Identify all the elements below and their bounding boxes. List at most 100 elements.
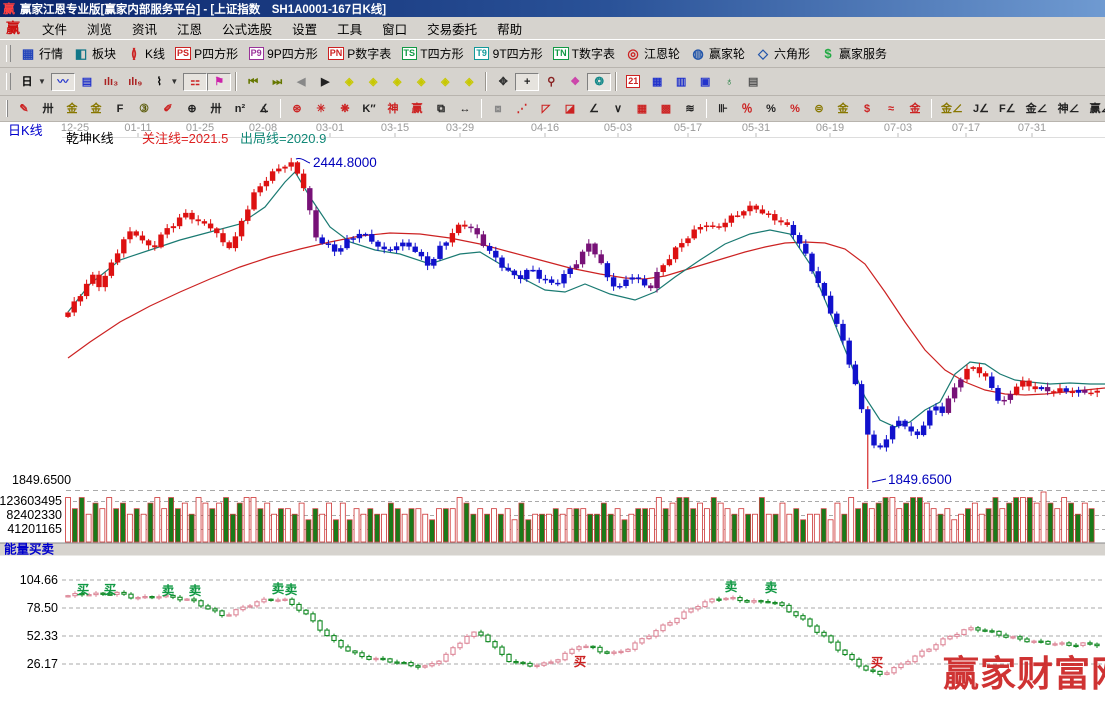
qiankun-pattern-button[interactable]: 〰 <box>51 73 75 91</box>
golden-circle-tool-button[interactable]: ⊜ <box>807 100 831 118</box>
gann-fan-tool-button[interactable]: ⋰ <box>510 100 534 118</box>
ruler-list-tool-button[interactable]: ⊪ <box>711 100 735 118</box>
gold-grid-tool-button[interactable]: 金 <box>60 100 84 118</box>
p-square-button[interactable]: PSP四方形 <box>170 43 243 64</box>
red-pattern-button[interactable]: ⚏ <box>183 73 207 91</box>
k-quote-tool-button[interactable]: K″ <box>357 100 381 118</box>
number-grid-tool-button[interactable]: ⧉ <box>429 100 453 118</box>
diamond-compress-button[interactable]: ◈ <box>409 73 433 91</box>
calculator-button[interactable]: ▦ <box>645 73 669 91</box>
diamond-center-button[interactable]: ◈ <box>457 73 481 91</box>
ying-angle-tool-button[interactable]: 赢∠ <box>1085 100 1105 118</box>
diamond-shift-right-button[interactable]: ◈ <box>361 73 385 91</box>
menu-item-6[interactable]: 工具 <box>327 17 372 40</box>
grid-box2-tool-button[interactable]: ▩ <box>654 100 678 118</box>
toolbar-grip[interactable] <box>6 73 11 90</box>
f-grid-tool-button[interactable]: F <box>108 100 132 118</box>
gann-wheel-button[interactable]: ◎江恩轮 <box>620 43 685 64</box>
gold2-angle-tool-button[interactable]: 金∠ <box>1021 100 1053 118</box>
marker-tool-button[interactable]: ✐ <box>156 100 180 118</box>
print-button[interactable]: ▤ <box>741 73 765 91</box>
toolbar-grip[interactable] <box>6 100 8 117</box>
hand-tool-button[interactable]: ✥ <box>491 73 515 91</box>
price-label-tool-button[interactable]: $ <box>855 100 879 118</box>
chart-canvas[interactable]: 12-2501-1101-2502-0803-0103-1503-2904-16… <box>0 122 1105 696</box>
grid-box-tool-button[interactable]: ▦ <box>630 100 654 118</box>
percent2-tool-button[interactable]: % <box>783 100 807 118</box>
gold-angle-tool-button[interactable]: 金∠ <box>936 100 968 118</box>
pink-grid-button[interactable]: ❖ <box>563 73 587 91</box>
diamond-expand-all-button[interactable]: ◈ <box>433 73 457 91</box>
prev-button[interactable]: ◀ <box>289 73 313 91</box>
kline-button[interactable]: ≬K线 <box>121 43 170 64</box>
winner-wheel-button[interactable]: ◍赢家轮 <box>685 43 750 64</box>
box-tool-button[interactable]: ⧈ <box>486 100 510 118</box>
diamond-expand-h-button[interactable]: ◈ <box>385 73 409 91</box>
menu-item-0[interactable]: 文件 <box>32 17 77 40</box>
t-number-button[interactable]: TNT数字表 <box>548 43 620 64</box>
ma9-button[interactable]: ılı₉ <box>123 73 147 91</box>
protractor-tool-button[interactable]: ∡ <box>252 100 276 118</box>
n2-tool-button[interactable]: n² <box>228 100 252 118</box>
candle <box>84 284 89 296</box>
crosshair-button[interactable]: + <box>515 73 539 91</box>
grid-web-tool-button[interactable]: ❋ <box>333 100 357 118</box>
last-page-button[interactable]: ⏭ <box>265 73 289 91</box>
sectors-button[interactable]: ◧板块 <box>68 43 121 64</box>
compass-tool-button[interactable]: ⊛ <box>285 100 309 118</box>
ying-grid-tool-button[interactable]: 赢 <box>405 100 429 118</box>
grid-tool-button[interactable]: 卅 <box>36 100 60 118</box>
menu-item-5[interactable]: 设置 <box>282 17 327 40</box>
web-settings-button[interactable]: ♁ <box>717 73 741 91</box>
spiderweb-tool-button[interactable]: ✳ <box>309 100 333 118</box>
gold-underline-tool-button[interactable]: 金 <box>903 100 927 118</box>
wave-tool-button[interactable]: ≈ <box>879 100 903 118</box>
zoom-button[interactable]: ⚲ <box>539 73 563 91</box>
info-doc-button[interactable]: ▤ <box>75 73 99 91</box>
check-lines-tool-button[interactable]: ∨ <box>606 100 630 118</box>
ma3-button[interactable]: ılı₃ <box>99 73 123 91</box>
winner-service-button[interactable]: $赢家服务 <box>815 43 892 64</box>
p9-square-button[interactable]: P99P四方形 <box>243 43 323 64</box>
quotes-button[interactable]: ▦行情 <box>15 43 68 64</box>
menu-item-4[interactable]: 公式选股 <box>212 17 282 40</box>
menu-item-2[interactable]: 资讯 <box>122 17 167 40</box>
shen-grid-tool-button[interactable]: 神 <box>381 100 405 118</box>
t9-square-button[interactable]: T99T四方形 <box>469 43 548 64</box>
percent-tool-button[interactable]: % <box>759 100 783 118</box>
menu-item-9[interactable]: 帮助 <box>487 17 532 40</box>
web-box-tool-button[interactable]: ◪ <box>558 100 582 118</box>
pen-tool-button[interactable]: ✎ <box>12 100 36 118</box>
slant-lines-tool-button[interactable]: ≋ <box>678 100 702 118</box>
first-page-button[interactable]: ⏮ <box>241 73 265 91</box>
angle-tool-button[interactable]: ∠ <box>582 100 606 118</box>
flag-button[interactable]: ⚑ <box>207 73 231 91</box>
menu-item-3[interactable]: 江恩 <box>167 17 212 40</box>
hash-grid-tool-button[interactable]: 卅 <box>204 100 228 118</box>
fan-box-tool-button[interactable]: ◸ <box>534 100 558 118</box>
candle-style-button[interactable]: ⌇▼ <box>147 73 183 91</box>
arrow-span-tool-button[interactable]: ↔ <box>453 100 477 118</box>
menu-item-1[interactable]: 浏览 <box>77 17 122 40</box>
period-day-button[interactable]: 日▼ <box>15 73 51 91</box>
f-angle-tool-button[interactable]: F∠ <box>994 100 1021 118</box>
toolbar-grip[interactable] <box>6 45 11 62</box>
j-angle-tool-button[interactable]: J∠ <box>968 100 994 118</box>
golden-line-tool-button[interactable]: 金 <box>831 100 855 118</box>
spiral-grid-tool-button[interactable]: ③ <box>132 100 156 118</box>
p-number-button[interactable]: PNP数字表 <box>323 43 397 64</box>
save-button[interactable]: ▣ <box>693 73 717 91</box>
diamond-shift-left-button[interactable]: ◈ <box>337 73 361 91</box>
percent-line-tool-button[interactable]: ％ <box>735 100 759 118</box>
hexagon-button[interactable]: ◇六角形 <box>750 43 815 64</box>
menu-item-8[interactable]: 交易委托 <box>417 17 487 40</box>
next-button[interactable]: ▶ <box>313 73 337 91</box>
calendar-21-button[interactable]: 21 <box>621 73 645 91</box>
gold-grid2-tool-button[interactable]: 金 <box>84 100 108 118</box>
t-square-button[interactable]: TST四方形 <box>396 43 468 64</box>
notes-button[interactable]: ▥ <box>669 73 693 91</box>
brain-map-button[interactable]: ❂ <box>587 73 611 91</box>
shen-angle-tool-button[interactable]: 神∠ <box>1053 100 1085 118</box>
menu-item-7[interactable]: 窗口 <box>372 17 417 40</box>
circle-grid-tool-button[interactable]: ⊕ <box>180 100 204 118</box>
